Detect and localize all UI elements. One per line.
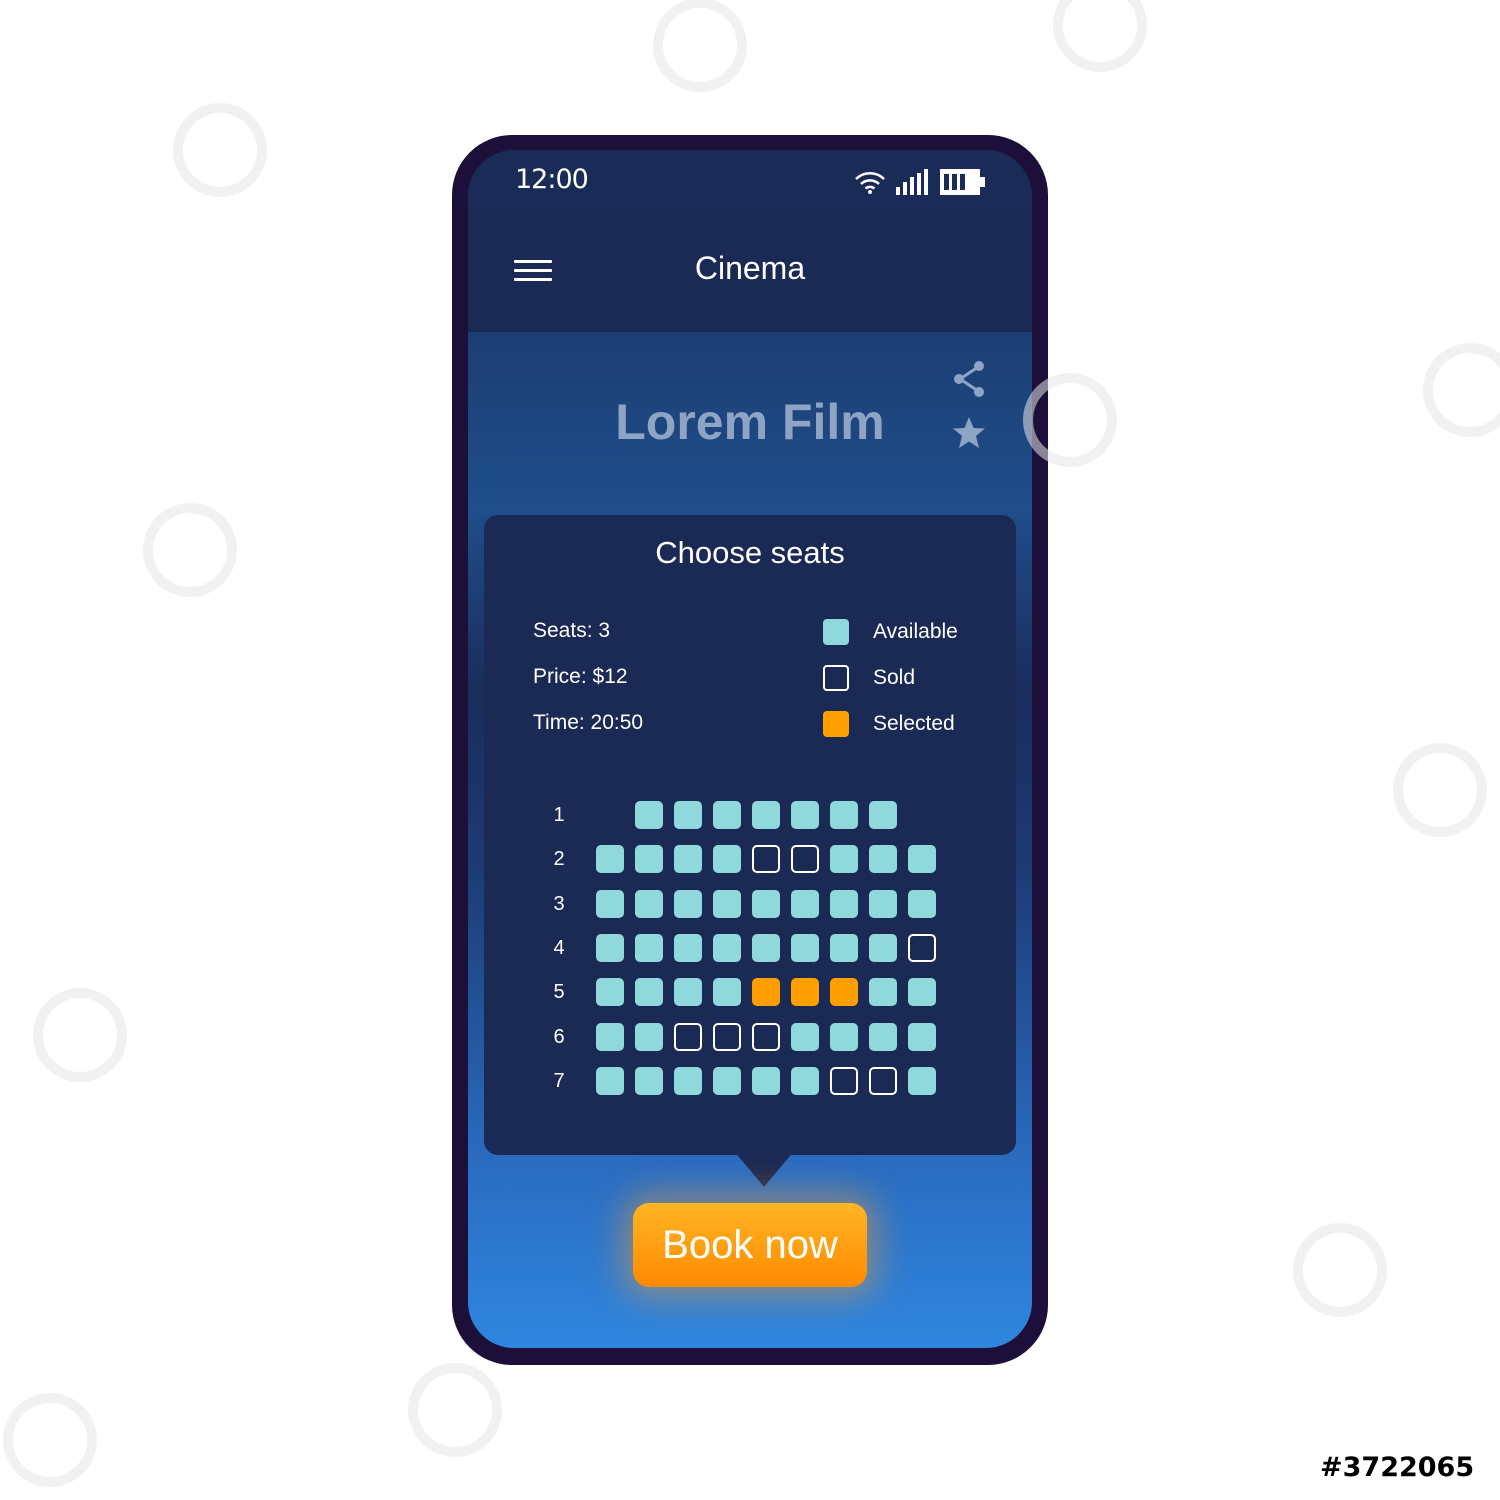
wifi-icon	[855, 172, 885, 194]
seat-row5-selected[interactable]	[791, 978, 819, 1007]
panel-pointer	[734, 1151, 794, 1187]
seat-row3-available[interactable]	[674, 889, 702, 918]
seat-row5-available[interactable]	[635, 978, 663, 1007]
book-now-button[interactable]: Book now	[633, 1203, 867, 1287]
seat-row1-available[interactable]	[752, 801, 780, 829]
seat-row5-selected[interactable]	[752, 978, 780, 1007]
status-bar: 12:00	[468, 150, 1032, 208]
seat-row2-sold[interactable]	[752, 845, 780, 874]
ticket-price: Price: $12	[533, 665, 628, 688]
legend-available-swatch	[823, 619, 849, 645]
seat-row5-available[interactable]	[908, 978, 936, 1007]
legend-available: Available	[823, 617, 958, 647]
seat-row4-available[interactable]	[713, 933, 741, 962]
seat-row5-available[interactable]	[674, 978, 702, 1007]
seat-row4-sold[interactable]	[908, 933, 936, 962]
status-time: 12:00	[515, 164, 589, 195]
seat-row1-available[interactable]	[635, 801, 663, 829]
seat-row6-sold[interactable]	[713, 1022, 741, 1051]
seat-row4-available[interactable]	[869, 933, 897, 962]
seat-row1-available[interactable]	[869, 801, 897, 829]
seat-row2-sold[interactable]	[791, 845, 819, 874]
seat-row3-available[interactable]	[752, 889, 780, 918]
seat-row6-available[interactable]	[908, 1022, 936, 1051]
film-title: Lorem Film	[615, 394, 885, 450]
system-icons	[854, 165, 986, 195]
seat-row1-available[interactable]	[791, 801, 819, 829]
seat-row4-available[interactable]	[635, 933, 663, 962]
row-label-1: 1	[553, 804, 565, 826]
app-title: Cinema	[694, 250, 806, 286]
seat-row6-available[interactable]	[596, 1022, 624, 1051]
legend-sold: Sold	[823, 663, 915, 693]
seat-row3-available[interactable]	[635, 889, 663, 918]
seat-row3-available[interactable]	[830, 889, 858, 918]
seat-row3-available[interactable]	[908, 889, 936, 918]
seat-row3-available[interactable]	[713, 889, 741, 918]
phone-frame: 12:00 Cinema Lorem Film Choose seats Sea…	[452, 135, 1048, 1365]
seat-row2-available[interactable]	[713, 845, 741, 874]
panel-title: Choose seats	[655, 535, 845, 570]
seat-row7-available[interactable]	[752, 1066, 780, 1095]
legend-sold-label: Sold	[873, 666, 916, 689]
seat-row1-available[interactable]	[713, 801, 741, 829]
seat-row7-available[interactable]	[596, 1066, 624, 1095]
seat-row7-available[interactable]	[791, 1066, 819, 1095]
seat-row4-available[interactable]	[674, 933, 702, 962]
seat-row5-available[interactable]	[869, 978, 897, 1007]
seats-count: Seats: 3	[533, 619, 611, 642]
legend-selected: Selected	[823, 709, 955, 739]
legend-selected-swatch	[823, 711, 849, 737]
showtime: Time: 20:50	[533, 711, 644, 734]
legend-sold-swatch	[823, 665, 849, 691]
seat-row5-available[interactable]	[596, 978, 624, 1007]
seat-row4-available[interactable]	[752, 933, 780, 962]
seat-row3-available[interactable]	[869, 889, 897, 918]
seat-row6-sold[interactable]	[752, 1022, 780, 1051]
seat-row7-available[interactable]	[713, 1066, 741, 1095]
row-label-5: 5	[553, 981, 565, 1004]
seat-row7-available[interactable]	[635, 1066, 663, 1095]
seat-row2-available[interactable]	[908, 845, 936, 874]
seat-row4-available[interactable]	[791, 933, 819, 962]
seat-row5-available[interactable]	[713, 978, 741, 1007]
app-bar: Cinema	[468, 208, 1032, 332]
row-label-7: 7	[553, 1069, 565, 1092]
seat-row4-available[interactable]	[830, 933, 858, 962]
seat-row2-available[interactable]	[830, 845, 858, 874]
seat-row7-available[interactable]	[908, 1066, 936, 1095]
seat-row7-available[interactable]	[674, 1066, 702, 1095]
row-label-3: 3	[553, 892, 565, 915]
seat-row3-available[interactable]	[596, 889, 624, 918]
seat-row2-available[interactable]	[596, 845, 624, 874]
row-label-2: 2	[553, 848, 565, 871]
seat-row2-available[interactable]	[635, 845, 663, 874]
seat-row4-available[interactable]	[596, 933, 624, 962]
seat-row7-sold[interactable]	[869, 1066, 897, 1095]
stock-id: #3722065	[1320, 1452, 1475, 1483]
seat-row6-sold[interactable]	[674, 1022, 702, 1051]
legend-available-label: Available	[873, 620, 958, 643]
battery-icon	[940, 169, 985, 195]
seat-row2-available[interactable]	[674, 845, 702, 874]
seat-row6-available[interactable]	[635, 1022, 663, 1051]
seat-row6-available[interactable]	[830, 1022, 858, 1051]
row-label-4: 4	[553, 936, 565, 959]
seat-selection-panel: Choose seats Seats: 3 Price: $12 Time: 2…	[484, 515, 1016, 1187]
cellular-signal-icon	[896, 169, 928, 195]
seat-row1-available[interactable]	[830, 801, 858, 829]
row-label-6: 6	[553, 1025, 565, 1048]
legend-selected-label: Selected	[873, 712, 955, 735]
seat-row6-available[interactable]	[869, 1022, 897, 1051]
seat-row1-available[interactable]	[674, 801, 702, 829]
seat-row5-selected[interactable]	[830, 978, 858, 1007]
seat-row7-sold[interactable]	[830, 1066, 858, 1095]
seat-row2-available[interactable]	[869, 845, 897, 874]
app-screen: 12:00 Cinema Lorem Film Choose seats Sea…	[468, 150, 1032, 1348]
seat-row3-available[interactable]	[791, 889, 819, 918]
seat-row6-available[interactable]	[791, 1022, 819, 1051]
